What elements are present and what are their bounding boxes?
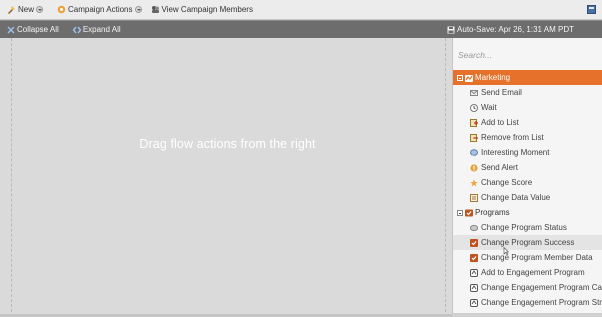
collapse-toggle-icon[interactable]: [457, 74, 463, 81]
palette-item-label: Interesting Moment: [481, 148, 550, 157]
palette-item-label: Change Data Value: [481, 193, 551, 202]
programs-folder-icon: [465, 209, 473, 217]
palette-item-label: Change Engagement Program Cadence: [481, 283, 602, 292]
group-programs[interactable]: Programs: [453, 205, 602, 220]
group-marketing-label: Marketing: [475, 73, 511, 82]
chevron-down-icon: [134, 6, 142, 13]
campaign-actions-button[interactable]: Campaign Actions: [54, 0, 144, 20]
palette-item-remove-from-list[interactable]: Remove from List: [453, 130, 602, 145]
engagement-icon: [470, 268, 478, 277]
collapse-all-label: Collapse All: [17, 25, 59, 34]
gear-icon: [57, 5, 66, 14]
autosave-status: Auto-Save: Apr 26, 1:31 AM PDT: [447, 21, 574, 38]
palette-item-label: Wait: [481, 103, 497, 112]
collapse-toggle-icon[interactable]: [457, 209, 463, 216]
palette-item-label: Change Score: [481, 178, 533, 187]
canvas-guide-right: [445, 38, 446, 317]
star-icon: [470, 178, 478, 187]
alert-icon: [470, 163, 478, 172]
palette-item-change-program-success[interactable]: Change Program Success: [453, 235, 602, 250]
engagement-icon: [470, 298, 478, 307]
palette-item-label: Send Alert: [481, 163, 518, 172]
new-button-label: New: [18, 5, 35, 14]
palette-item-label: Change Engagement Program Stream: [481, 298, 602, 307]
data-value-icon: [470, 193, 478, 202]
search-input[interactable]: [453, 42, 602, 68]
expand-all-label: Expand All: [82, 25, 121, 34]
chat-bubble-icon: [470, 148, 478, 157]
window-icon[interactable]: [587, 5, 596, 14]
palette-item-change-program-member-data[interactable]: Change Program Member Data: [453, 250, 602, 265]
flow-canvas[interactable]: Drag flow actions from the right: [0, 38, 452, 317]
palette-item-label: Add to Engagement Program: [481, 268, 585, 277]
mouse-cursor-icon: [503, 246, 510, 255]
palette-item-label: Add to List: [481, 118, 519, 127]
group-programs-label: Programs: [475, 208, 510, 217]
palette-item-add-to-list[interactable]: Add to List: [453, 115, 602, 130]
palette-item-change-engagement-program-stream[interactable]: Change Engagement Program Stream: [453, 295, 602, 310]
palette-item-interesting-moment[interactable]: Interesting Moment: [453, 145, 602, 160]
new-icon: [7, 5, 16, 14]
expand-icon: [72, 26, 82, 34]
palette-item-label: Send Email: [481, 88, 522, 97]
palette-item-send-email[interactable]: Send Email: [453, 85, 602, 100]
save-icon: [447, 26, 455, 34]
palette-item-label: Change Program Member Data: [481, 253, 593, 262]
palette-scrollbar[interactable]: [452, 313, 602, 317]
members-icon: [151, 5, 160, 14]
collapse-icon: [7, 26, 15, 34]
engagement-icon: [470, 283, 478, 292]
status-icon: [469, 224, 479, 232]
expand-all-button[interactable]: Expand All: [72, 25, 121, 34]
main-toolbar: New Campaign Actions View Campaign Membe…: [0, 0, 602, 20]
canvas-guide-left: [11, 38, 12, 317]
palette-item-add-to-engagement-program[interactable]: Add to Engagement Program: [453, 265, 602, 280]
campaign-actions-label: Campaign Actions: [68, 5, 133, 14]
palette-item-change-data-value[interactable]: Change Data Value: [453, 190, 602, 205]
view-campaign-members-button[interactable]: View Campaign Members: [148, 0, 256, 20]
list-remove-icon: [470, 133, 478, 142]
new-button[interactable]: New: [4, 0, 46, 20]
program-icon: [470, 238, 478, 247]
palette-item-change-engagement-program-cadence[interactable]: Change Engagement Program Cadence: [453, 280, 602, 295]
marketing-folder-icon: [465, 74, 473, 82]
palette-item-send-alert[interactable]: Send Alert: [453, 160, 602, 175]
email-icon: [470, 89, 478, 97]
chevron-down-icon: [36, 6, 44, 13]
autosave-text: Auto-Save: Apr 26, 1:31 AM PDT: [457, 25, 574, 34]
palette-item-label: Change Program Status: [481, 223, 567, 232]
palette-item-change-score[interactable]: Change Score: [453, 175, 602, 190]
collapse-all-button[interactable]: Collapse All: [7, 25, 59, 34]
palette-item-label: Change Program Success: [481, 238, 575, 247]
view-campaign-members-label: View Campaign Members: [161, 5, 253, 14]
canvas-hint-text: Drag flow actions from the right: [139, 137, 316, 151]
clock-icon: [470, 103, 478, 112]
palette-item-label: Remove from List: [481, 133, 544, 142]
canvas-toolbar: Collapse All Expand All Auto-Save: Apr 2…: [0, 21, 602, 38]
group-marketing[interactable]: Marketing: [453, 70, 602, 85]
palette-item-change-program-status[interactable]: Change Program Status: [453, 220, 602, 235]
program-icon: [470, 253, 478, 262]
list-add-icon: [470, 118, 478, 127]
flow-actions-palette: Marketing Send Email Wait Add to List Re…: [452, 38, 602, 317]
palette-item-wait[interactable]: Wait: [453, 100, 602, 115]
